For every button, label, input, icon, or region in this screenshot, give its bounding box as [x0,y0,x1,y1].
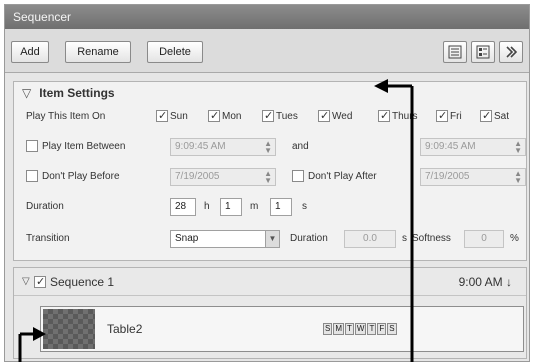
transition-row: Transition Snap ▼ Duration 0.0 s Softness… [20,230,520,248]
panel-title: Sequencer [5,5,529,29]
sequence-header[interactable]: ▽ Sequence 1 9:00 AM ↓ [14,268,526,296]
day-checkbox-thurs[interactable] [378,109,390,122]
sort-arrow-icon[interactable]: ↓ [506,275,512,289]
day-label-wed: Wed [332,111,353,122]
sequence-item[interactable]: Table2 S M T W T F S [40,306,524,352]
minutes-unit-label: m [250,201,259,212]
spinner-icon[interactable]: ▲ ▼ [264,170,272,185]
duration-seconds-field[interactable]: 1 [270,198,292,216]
day-label-mon: Mon [222,111,242,122]
toolbar: Add Rename Delete [5,29,529,73]
dont-play-before-label: Don't Play Before [42,171,120,182]
item-settings-header[interactable]: ▽ Item Settings [22,86,115,100]
transition-duration-field[interactable]: 0.0 [344,230,396,248]
day-checkbox-wed[interactable] [318,109,330,122]
day-checkbox-mon[interactable] [208,109,220,122]
day-label-thurs: Thurs [392,111,418,122]
day-indicator: T [367,323,377,335]
expand-collapse-icon[interactable]: ▽ [22,86,31,100]
day-label-sat: Sat [494,111,510,122]
list-view-icon[interactable] [443,41,467,63]
duration-label: Duration [26,201,64,212]
sequencer-panel: Sequencer Add Rename Delete ▽ Item Settin… [4,4,530,362]
more-icon[interactable] [499,41,523,63]
transition-duration-unit: s [402,233,407,244]
dont-play-before-checkbox[interactable] [26,170,38,182]
play-on-row: Play This Item On Sun Mon Tues Wed Thurs… [20,108,520,126]
day-checkbox-sun[interactable] [156,109,168,122]
rename-button[interactable]: Rename [65,41,131,63]
between-start-time-field[interactable]: 9:09:45 AM ▲ ▼ [170,138,276,156]
sequence-time-value: 9:00 AM [458,275,503,289]
transition-select-value: Snap [175,233,199,244]
day-indicator: F [377,323,387,335]
sequence-section: ▽ Sequence 1 9:00 AM ↓ Table2 S M T W T … [13,267,527,359]
transition-select[interactable]: Snap ▼ [170,230,280,248]
item-settings-section: ▽ Item Settings Play This Item On Sun Mon… [13,81,527,261]
day-indicator: S [387,323,397,335]
after-date-value: 7/19/2005 [425,171,470,182]
between-start-time-value: 9:09:45 AM [175,141,226,152]
day-indicator: W [354,323,367,335]
play-between-checkbox[interactable] [26,140,38,152]
sequence-time: 9:00 AM ↓ [459,275,512,289]
item-settings-title: Item Settings [39,86,115,100]
duration-minutes-field[interactable]: 1 [220,198,242,216]
duration-row: Duration 28 h 1 m 1 s [20,198,520,216]
dont-play-after-checkbox[interactable] [292,170,304,182]
softness-label: Softness [412,233,451,244]
dont-play-row: Don't Play Before 7/19/2005 ▲ ▼ Don't Play… [20,168,526,186]
play-between-row: Play Item Between 9:09:45 AM ▲ ▼ and 9:09:… [20,138,526,156]
after-date-field[interactable]: 7/19/2005 ▲ ▼ [420,168,526,186]
day-checkbox-sat[interactable] [480,109,492,122]
day-label-tues: Tues [276,111,298,122]
day-label-sun: Sun [170,111,188,122]
and-label: and [292,141,309,152]
softness-field[interactable]: 0 [464,230,504,248]
spinner-icon[interactable]: ▲ ▼ [264,140,272,155]
day-label-fri: Fri [450,111,462,122]
day-indicator: M [333,323,345,335]
item-title: Table2 [107,322,143,336]
detail-view-icon[interactable] [471,41,495,63]
chevron-down-icon[interactable]: ▼ [265,231,279,247]
duration-hours-field[interactable]: 28 [170,198,196,216]
sequence-enable-checkbox[interactable] [34,275,46,288]
day-indicator: T [345,323,354,335]
expand-collapse-icon[interactable]: ▽ [22,276,30,287]
day-checkbox-tues[interactable] [262,109,274,122]
hours-unit-label: h [204,201,210,212]
delete-button[interactable]: Delete [147,41,203,63]
transition-label: Transition [26,233,70,244]
item-day-indicators: S M T W T F S [323,323,398,335]
day-indicator: S [323,323,333,335]
dont-play-after-label: Don't Play After [308,171,377,182]
spinner-icon[interactable]: ▲ ▼ [514,170,522,185]
before-date-field[interactable]: 7/19/2005 ▲ ▼ [170,168,276,186]
between-end-time-value: 9:09:45 AM [425,141,476,152]
item-thumbnail [43,309,95,349]
softness-unit: % [510,233,519,244]
sequence-title: Sequence 1 [50,275,115,289]
transition-duration-label: Duration [290,233,328,244]
add-button[interactable]: Add [11,41,49,63]
play-on-label: Play This Item On [26,111,106,122]
seconds-unit-label: s [302,201,307,212]
spinner-icon[interactable]: ▲ ▼ [514,140,522,155]
between-end-time-field[interactable]: 9:09:45 AM ▲ ▼ [420,138,526,156]
play-between-label: Play Item Between [42,141,126,152]
day-checkbox-fri[interactable] [436,109,448,122]
before-date-value: 7/19/2005 [175,171,220,182]
